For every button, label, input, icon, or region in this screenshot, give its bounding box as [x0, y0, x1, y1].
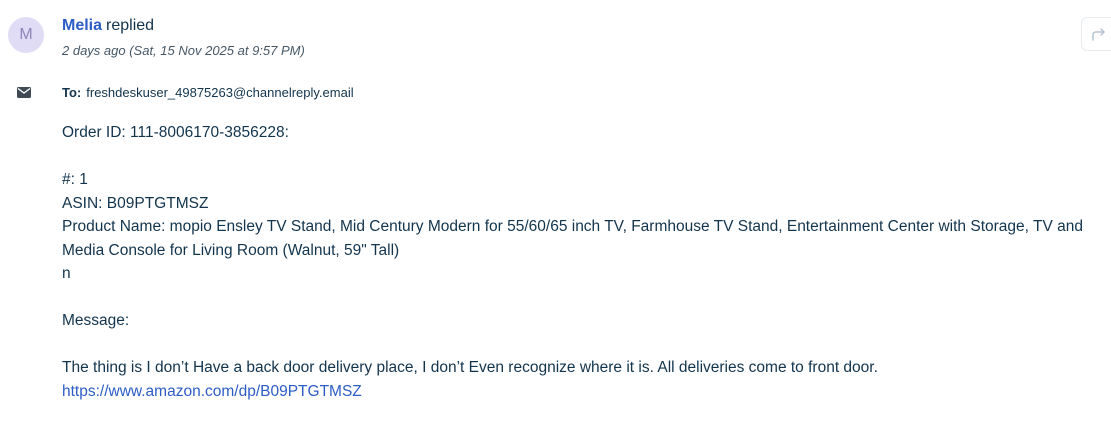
envelope-icon	[17, 87, 31, 98]
recipient-line: To: freshdeskuser_49875263@channelreply.e…	[62, 85, 354, 100]
message-label: Message:	[62, 312, 130, 329]
forward-button[interactable]	[1081, 17, 1111, 51]
item-number: #: 1	[62, 171, 88, 188]
product-link[interactable]: https://www.amazon.com/dp/B09PTGTMSZ	[62, 383, 362, 400]
message-text: The thing is I don’t Have a back door de…	[62, 359, 878, 376]
asin: ASIN: B09PTGTMSZ	[62, 194, 209, 212]
to-label: To:	[62, 85, 82, 100]
sender-action: replied	[106, 17, 155, 34]
message-body: Order ID: 111-8006170-3856228: #: 1 ASIN…	[62, 121, 1097, 403]
forward-arrow-icon	[1092, 28, 1105, 41]
sender-line: Melia replied	[62, 16, 154, 36]
product-name: Product Name: mopio Ensley TV Stand, Mid…	[62, 218, 1083, 259]
stray-text: n	[62, 265, 71, 282]
order-id: Order ID: 111-8006170-3856228:	[62, 124, 289, 141]
sender-name[interactable]: Melia	[62, 17, 102, 34]
timestamp: 2 days ago (Sat, 15 Nov 2025 at 9:57 PM)	[62, 43, 305, 58]
recipient-address: freshdeskuser_49875263@channelreply.emai…	[86, 85, 354, 100]
avatar: M	[8, 17, 44, 53]
